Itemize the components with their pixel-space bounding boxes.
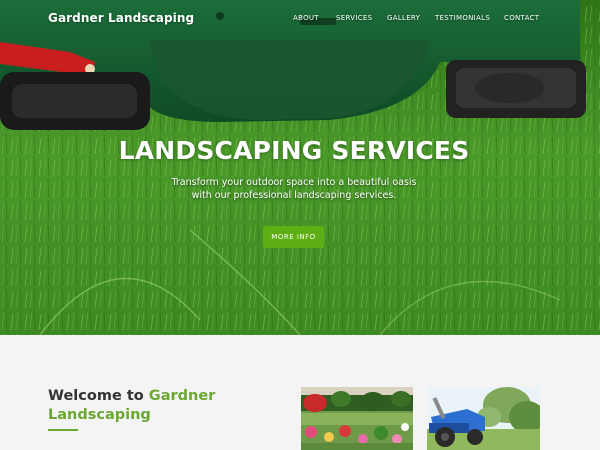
mower-thumbnail[interactable] <box>427 387 540 450</box>
garden-thumbnail[interactable] <box>301 387 413 450</box>
welcome-title-prefix: Welcome to <box>48 388 144 404</box>
nav-item-testimonials[interactable]: TESTIMONIALS <box>435 14 490 22</box>
welcome-title-accent-1: Gardner <box>148 388 216 404</box>
hero-section: Gardner Landscaping ABOUT SERVICES GALLE… <box>0 0 600 335</box>
hero-subtitle-line-2: with our professional landscaping servic… <box>191 190 397 201</box>
nav-item-about[interactable]: ABOUT <box>293 14 319 22</box>
title-divider <box>48 429 78 431</box>
hero-subtitle: Transform your outdoor space into a beau… <box>0 176 588 202</box>
hero-title: LANDSCAPING SERVICES <box>118 136 470 165</box>
garden-photo <box>301 387 413 450</box>
hero-background-image <box>0 0 600 335</box>
nav-item-contact[interactable]: CONTACT <box>504 14 539 22</box>
welcome-title: Welcome to Gardner Landscaping <box>48 387 288 425</box>
more-info-button[interactable]: MORE INFO <box>263 226 324 248</box>
mower-photo <box>427 387 540 450</box>
welcome-title-accent-2: Landscaping <box>48 407 151 423</box>
hero-subtitle-line-1: Transform your outdoor space into a beau… <box>171 177 417 188</box>
site-logo[interactable]: Gardner Landscaping <box>48 11 194 25</box>
welcome-section: Welcome to Gardner Landscaping <box>0 335 600 450</box>
nav-item-gallery[interactable]: GALLERY <box>387 14 420 22</box>
site-header: Gardner Landscaping ABOUT SERVICES GALLE… <box>0 0 600 38</box>
nav-item-services[interactable]: SERVICES <box>336 14 372 22</box>
